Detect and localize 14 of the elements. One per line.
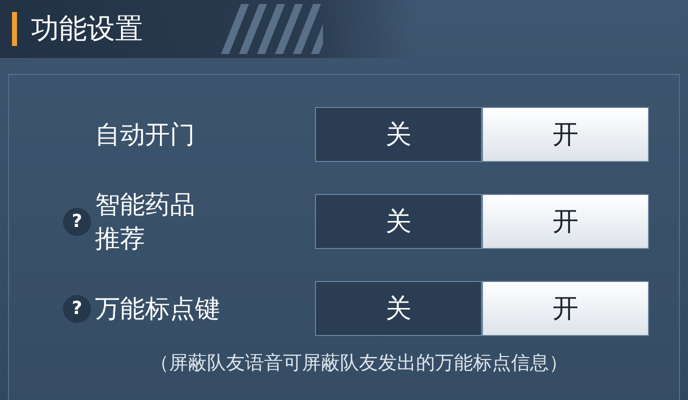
toggle-option[interactable]: 开 <box>482 107 649 162</box>
toggle-option[interactable]: 开 <box>482 281 649 336</box>
toggle-option[interactable]: 关 <box>315 281 482 336</box>
toggle-option[interactable]: 关 <box>315 194 482 249</box>
setting-label: 推荐 <box>95 222 145 254</box>
note-text: （屏蔽队友语音可屏蔽队友发出的万能标点信息） <box>149 351 569 376</box>
section-title: 功能设置 <box>31 11 143 47</box>
setting-label: 自动开门 <box>95 118 195 151</box>
setting-label: 智能药品 <box>95 188 195 221</box>
toggle-option[interactable]: 开 <box>482 194 649 249</box>
setting-label: 万能标点键 <box>95 292 220 325</box>
help-icon[interactable]: ? <box>63 294 91 322</box>
help-icon[interactable]: ? <box>63 208 91 236</box>
toggle-option[interactable]: 关 <box>315 107 482 162</box>
